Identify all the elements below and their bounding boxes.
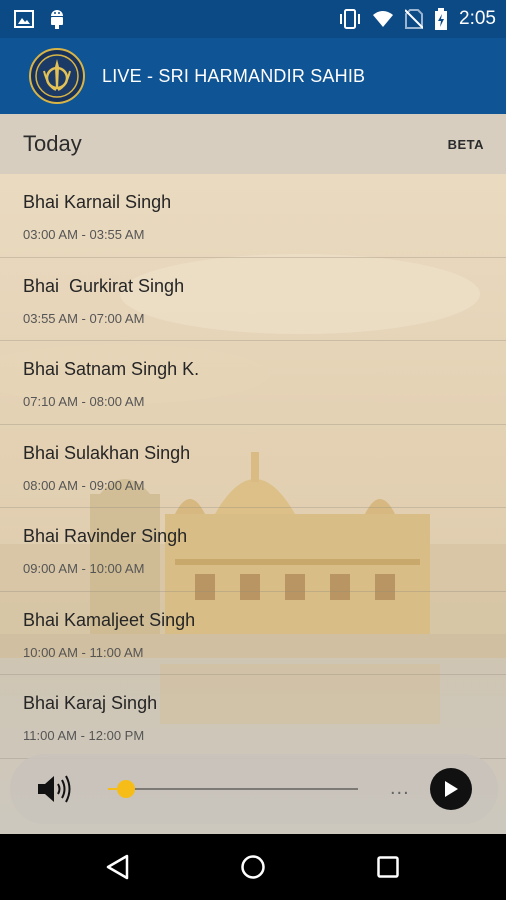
list-item[interactable]: Bhai Ravinder Singh 09:00 AM - 10:00 AM xyxy=(0,508,506,592)
time-slot: 07:10 AM - 08:00 AM xyxy=(23,394,145,409)
recents-icon xyxy=(377,856,400,878)
progress-thumb[interactable] xyxy=(116,780,135,798)
list-item[interactable]: Bhai Satnam Singh K. 07:10 AM - 08:00 AM xyxy=(0,341,506,425)
system-nav-bar xyxy=(0,834,506,900)
list-item[interactable]: Bhai Karaj Singh 11:00 AM - 12:00 PM xyxy=(0,675,506,759)
header-title: Today xyxy=(23,131,82,156)
list-item[interactable]: Bhai Sulakhan Singh 08:00 AM - 09:00 AM xyxy=(0,425,506,508)
time-slot: 08:00 AM - 09:00 AM xyxy=(23,477,145,493)
status-left xyxy=(14,8,66,30)
list-item[interactable]: Bhai Karnail Singh 03:00 AM - 03:55 AM xyxy=(0,174,506,258)
time-slot: 03:00 AM - 03:55 AM xyxy=(23,227,145,242)
speaker-icon[interactable] xyxy=(36,772,72,806)
image-icon xyxy=(14,10,34,28)
back-icon xyxy=(106,854,128,880)
time-slot: 09:00 AM - 10:00 AM xyxy=(23,561,145,576)
beta-badge: BETA xyxy=(447,136,484,152)
time-slot: 10:00 AM - 11:00 AM xyxy=(23,644,144,660)
status-time: 2:05 xyxy=(459,8,496,29)
vibrate-icon xyxy=(340,9,361,29)
battery-charging-icon xyxy=(435,8,448,30)
performer-name: Bhai Satnam Singh K. xyxy=(23,359,200,379)
play-icon xyxy=(445,781,458,797)
schedule-list: Bhai Karnail Singh 03:00 AM - 03:55 AM B… xyxy=(0,174,506,759)
performer-name: Bhai Sulakhan Singh xyxy=(23,442,191,463)
list-item[interactable]: Bhai Kamaljeet Singh 10:00 AM - 11:00 AM xyxy=(0,592,506,675)
app-title: LIVE - SRI HARMANDIR SAHIB xyxy=(102,65,366,86)
home-icon xyxy=(241,855,265,879)
progress-slider[interactable] xyxy=(108,780,358,798)
performer-name: Bhai Gurkirat Singh xyxy=(23,275,185,296)
status-right: 2:05 xyxy=(339,8,496,30)
more-button[interactable]: ... xyxy=(390,777,410,800)
khanda-logo-icon xyxy=(29,48,85,104)
performer-name: Bhai Ravinder Singh xyxy=(23,526,188,546)
time-slot: 11:00 AM - 12:00 PM xyxy=(23,728,145,743)
schedule-panel: Today BETA Bhai Karnail Singh 03:00 AM -… xyxy=(0,114,506,834)
android-icon xyxy=(51,10,63,29)
performer-name: Bhai Karaj Singh xyxy=(23,693,158,713)
home-button[interactable] xyxy=(229,843,277,891)
performer-name: Bhai Karnail Singh xyxy=(23,192,172,212)
list-item[interactable]: Bhai Gurkirat Singh 03:55 AM - 07:00 AM xyxy=(0,258,506,341)
status-bar: 2:05 xyxy=(0,0,506,38)
performer-name: Bhai Kamaljeet Singh xyxy=(23,609,196,630)
recents-button[interactable] xyxy=(364,843,412,891)
back-button[interactable] xyxy=(94,843,142,891)
no-sim-icon xyxy=(405,9,424,29)
list-header: Today BETA xyxy=(0,114,506,174)
wifi-icon xyxy=(373,11,394,27)
audio-player: ... xyxy=(10,754,498,824)
app-bar: LIVE - SRI HARMANDIR SAHIB xyxy=(0,38,506,114)
play-button[interactable] xyxy=(430,768,472,810)
time-slot: 03:55 AM - 07:00 AM xyxy=(23,310,145,326)
